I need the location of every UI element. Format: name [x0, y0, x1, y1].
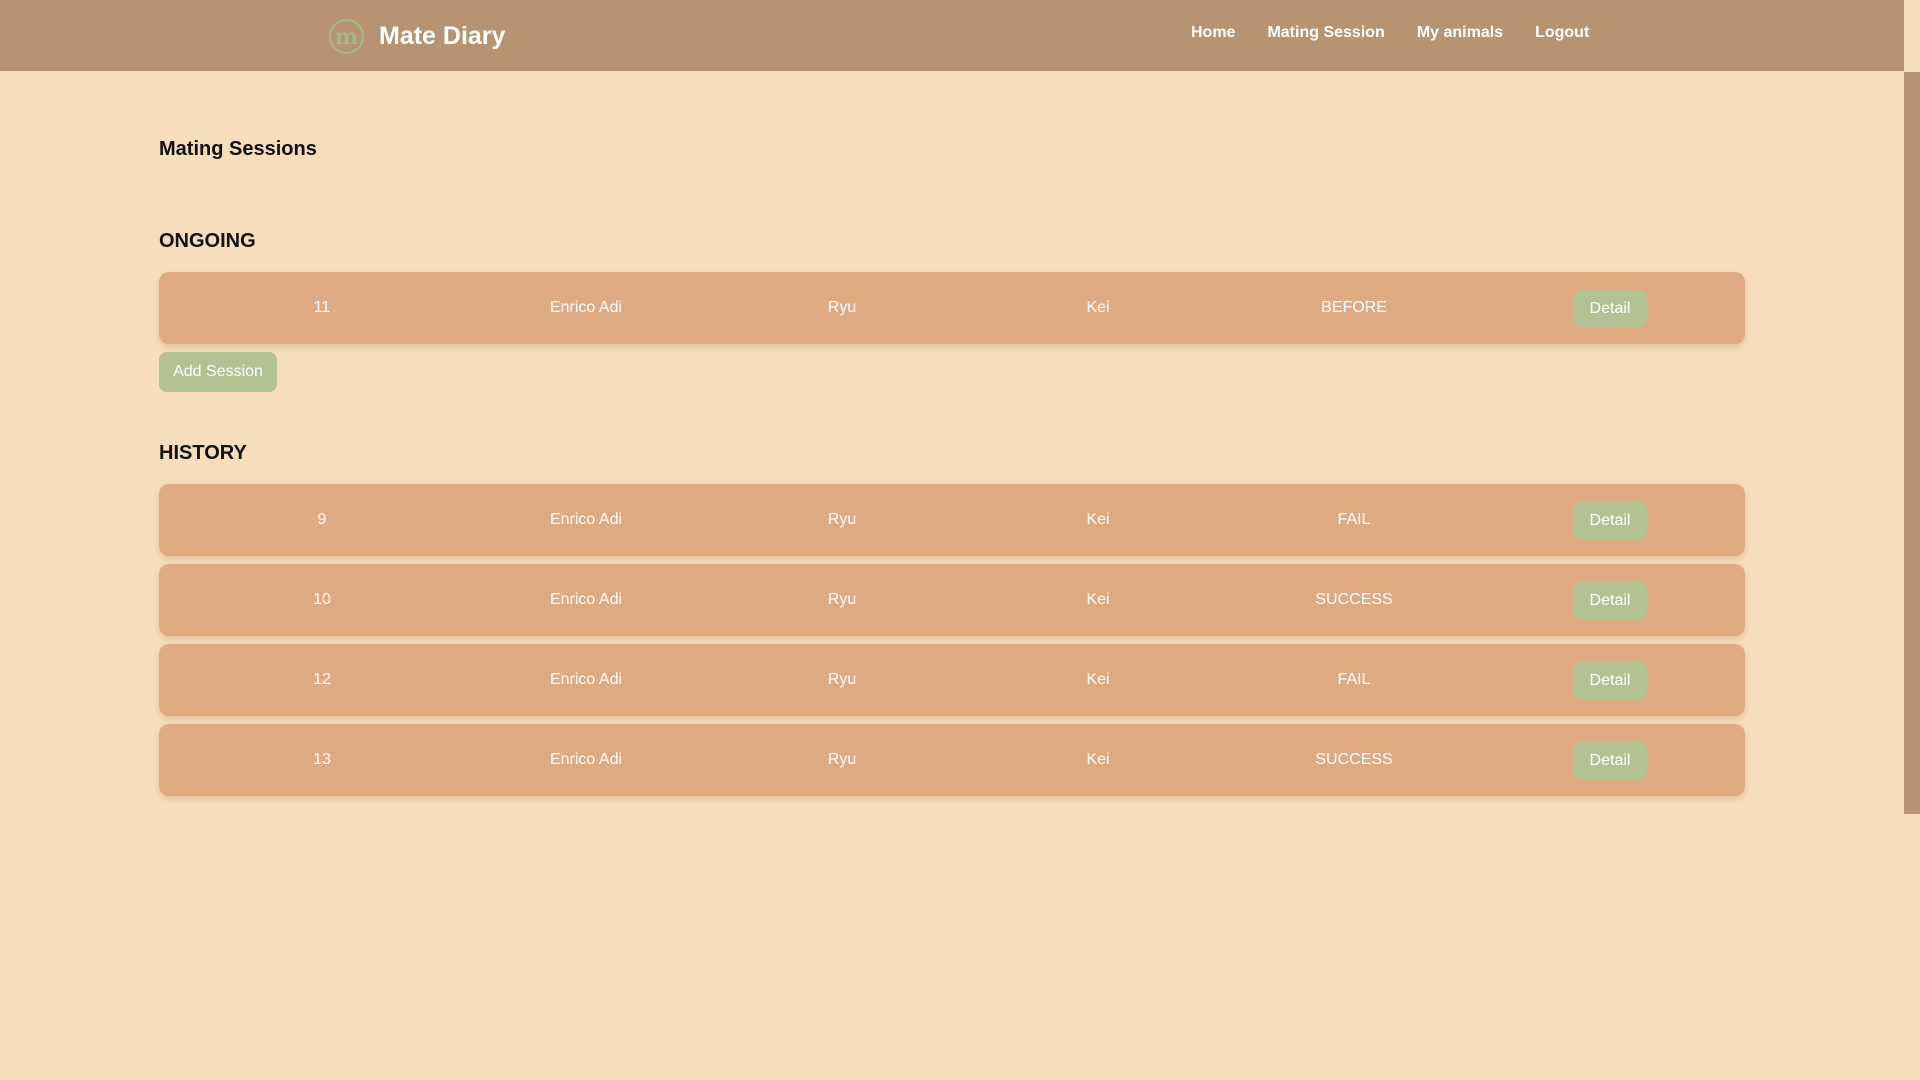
- detail-button[interactable]: Detail: [1573, 582, 1647, 619]
- session-id: 11: [313, 299, 331, 316]
- nav-item-my-animals[interactable]: My animals: [1417, 24, 1503, 42]
- session-animal-1: Ryu: [827, 511, 857, 528]
- session-owner: Enrico Adi: [549, 671, 623, 688]
- session-row-history: 10 Enrico Adi Ryu Kei SUCCESS Detail: [159, 564, 1745, 636]
- session-animal-2: Kei: [1086, 751, 1110, 768]
- session-animal-2: Kei: [1086, 511, 1110, 528]
- page-title: Mating Sessions: [159, 138, 317, 160]
- session-id: 10: [313, 591, 331, 608]
- session-animal-2: Kei: [1086, 671, 1110, 688]
- session-animal-2: Kei: [1086, 591, 1110, 608]
- detail-button[interactable]: Detail: [1573, 662, 1647, 699]
- session-animal-2: Kei: [1086, 299, 1110, 316]
- ongoing-section-title: ONGOING: [159, 230, 256, 252]
- nav-item-home[interactable]: Home: [1191, 24, 1235, 42]
- session-id: 12: [313, 671, 331, 688]
- navbar: m Mate Diary Home Mating Session My anim…: [0, 0, 1904, 71]
- brand[interactable]: m Mate Diary: [329, 18, 505, 55]
- session-owner: Enrico Adi: [549, 299, 623, 316]
- detail-button[interactable]: Detail: [1573, 742, 1647, 779]
- session-row-history: 9 Enrico Adi Ryu Kei FAIL Detail: [159, 484, 1745, 556]
- session-animal-1: Ryu: [827, 591, 857, 608]
- session-animal-1: Ryu: [827, 671, 857, 688]
- session-status: FAIL: [1337, 671, 1371, 688]
- detail-button[interactable]: Detail: [1573, 290, 1647, 327]
- scrollbar-thumb[interactable]: [1904, 72, 1920, 814]
- session-owner: Enrico Adi: [549, 751, 623, 768]
- nav-links: Home Mating Session My animals Logout: [1191, 24, 1621, 42]
- detail-button[interactable]: Detail: [1573, 502, 1647, 539]
- session-status: BEFORE: [1321, 299, 1387, 316]
- add-session-button[interactable]: Add Session: [159, 352, 277, 392]
- session-id: 9: [317, 511, 327, 528]
- mate-diary-logo-icon: m: [329, 19, 364, 54]
- session-animal-1: Ryu: [827, 751, 857, 768]
- session-owner: Enrico Adi: [549, 511, 623, 528]
- session-row-history: 13 Enrico Adi Ryu Kei SUCCESS Detail: [159, 724, 1745, 796]
- nav-item-logout[interactable]: Logout: [1535, 24, 1589, 42]
- session-animal-1: Ryu: [827, 299, 857, 316]
- session-status: FAIL: [1337, 511, 1371, 528]
- session-owner: Enrico Adi: [549, 591, 623, 608]
- history-section-title: HISTORY: [159, 442, 247, 464]
- session-id: 13: [313, 751, 331, 768]
- nav-item-mating-session[interactable]: Mating Session: [1267, 24, 1384, 42]
- session-status: SUCCESS: [1315, 751, 1393, 768]
- session-row-history: 12 Enrico Adi Ryu Kei FAIL Detail: [159, 644, 1745, 716]
- session-row-ongoing: 11 Enrico Adi Ryu Kei BEFORE Detail: [159, 272, 1745, 344]
- session-status: SUCCESS: [1315, 591, 1393, 608]
- brand-name: Mate Diary: [379, 22, 506, 50]
